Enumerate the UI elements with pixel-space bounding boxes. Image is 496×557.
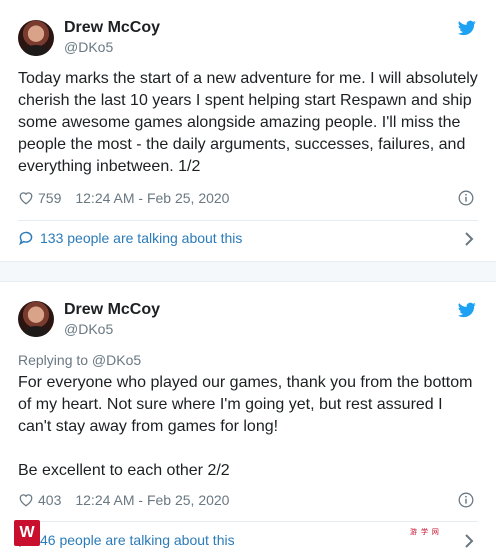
author-name[interactable]: Drew McCoy [64, 19, 160, 37]
avatar[interactable] [18, 20, 54, 56]
chevron-right-icon[interactable] [464, 533, 474, 549]
heart-icon[interactable] [18, 493, 34, 507]
divider [18, 220, 478, 221]
conversation-link[interactable]: 46 people are talking about this [18, 532, 478, 548]
avatar[interactable] [18, 301, 54, 337]
info-icon[interactable] [458, 190, 474, 206]
talking-text[interactable]: 133 people are talking about this [40, 230, 242, 246]
tweet-card-2: Drew McCoy @DKo5 Replying to @DKo5 For e… [0, 281, 496, 557]
tweet-gap [0, 262, 496, 281]
watermark-text: 游 学 网 [410, 529, 440, 536]
tweet-card-1: Drew McCoy @DKo5 Today marks the start o… [0, 0, 496, 262]
comment-icon [19, 231, 33, 246]
replying-to[interactable]: Replying to @DKo5 [18, 352, 141, 368]
chevron-right-icon[interactable] [464, 231, 474, 247]
twitter-bird-icon[interactable] [458, 302, 476, 318]
twitter-bird-icon[interactable] [458, 20, 476, 36]
divider [18, 521, 478, 522]
tweet-text: Today marks the start of a new adventure… [18, 70, 483, 175]
tweet-meta: 403 12:24 AM - Feb 25, 2020 [18, 492, 229, 508]
tweet-meta: 759 12:24 AM - Feb 25, 2020 [18, 190, 229, 206]
heart-icon[interactable] [18, 191, 34, 205]
like-count[interactable]: 403 [38, 492, 61, 508]
author-handle[interactable]: @DKo5 [64, 321, 113, 337]
timestamp[interactable]: 12:24 AM - Feb 25, 2020 [75, 190, 229, 206]
watermark-logo: W [14, 520, 40, 546]
info-icon[interactable] [458, 492, 474, 508]
timestamp[interactable]: 12:24 AM - Feb 25, 2020 [75, 492, 229, 508]
talking-text[interactable]: 46 people are talking about this [40, 532, 235, 548]
author-name[interactable]: Drew McCoy [64, 301, 160, 319]
conversation-link[interactable]: 133 people are talking about this [18, 230, 478, 246]
tweet-text: For everyone who played our games, thank… [18, 374, 473, 479]
author-handle[interactable]: @DKo5 [64, 39, 113, 55]
like-count[interactable]: 759 [38, 190, 61, 206]
